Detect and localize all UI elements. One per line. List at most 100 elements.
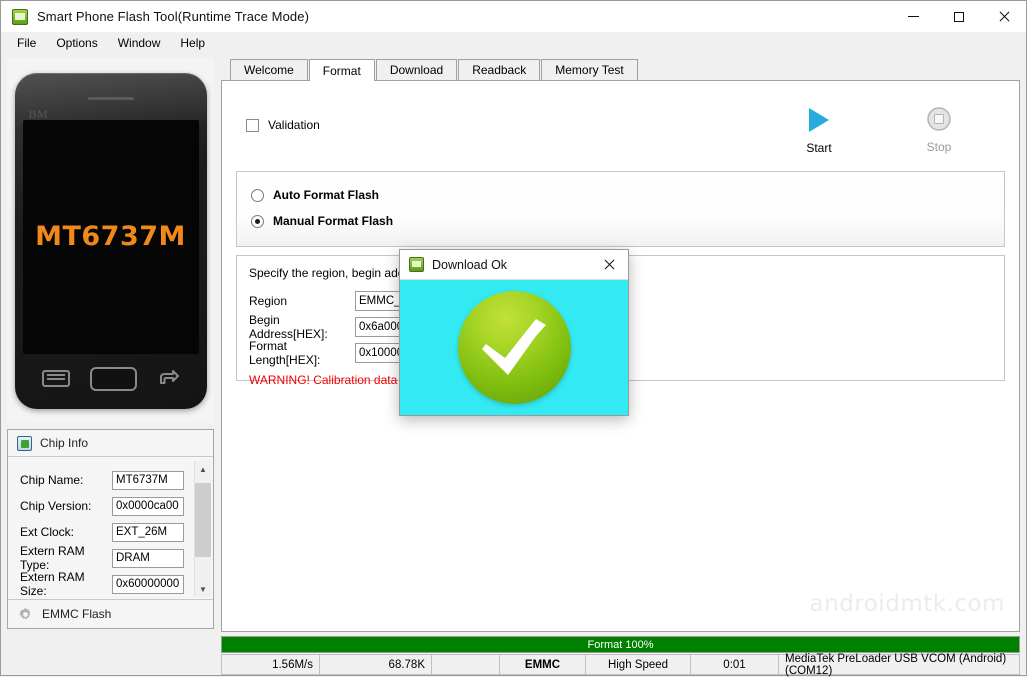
status-size: 68.78K xyxy=(320,655,432,674)
chip-info-row: Chip Version: xyxy=(8,493,213,519)
extern-ram-type-label: Extern RAM Type: xyxy=(20,544,85,572)
tab-readback[interactable]: Readback xyxy=(458,59,541,80)
emmc-flash-label: EMMC Flash xyxy=(42,607,112,621)
dialog-title-bar: Download Ok xyxy=(400,250,628,279)
extern-ram-size-label: Extern RAM Size: xyxy=(20,570,85,598)
status-blank xyxy=(432,655,500,674)
scrollbar-track[interactable] xyxy=(195,477,211,581)
dialog-body xyxy=(400,279,628,415)
play-icon xyxy=(806,106,832,134)
stop-icon xyxy=(926,106,952,133)
chip-info-panel: Chip Info Chip Name: Chip Version: Ext C… xyxy=(7,429,214,629)
chip-version-field[interactable] xyxy=(112,496,184,516)
region-label: Region xyxy=(249,294,288,308)
chip-info-header: Chip Info xyxy=(8,430,213,457)
menu-item-file[interactable]: File xyxy=(7,34,46,52)
ext-clock-field[interactable] xyxy=(112,522,184,542)
tab-memory-test[interactable]: Memory Test xyxy=(541,59,638,80)
application-window: Smart Phone Flash Tool(Runtime Trace Mod… xyxy=(0,0,1027,677)
chip-info-icon xyxy=(17,435,32,451)
auto-format-radio[interactable] xyxy=(251,188,264,202)
chip-info-row: Chip Name: xyxy=(8,467,213,493)
validation-checkbox[interactable] xyxy=(246,118,259,132)
app-icon xyxy=(12,8,28,25)
download-ok-dialog: Download Ok xyxy=(399,249,629,416)
auto-format-label: Auto Format Flash xyxy=(273,188,380,202)
manual-format-radio[interactable] xyxy=(251,214,264,228)
tab-format[interactable]: Format xyxy=(308,59,375,81)
title-bar: Smart Phone Flash Tool(Runtime Trace Mod… xyxy=(1,1,1026,32)
window-title: Smart Phone Flash Tool(Runtime Trace Mod… xyxy=(37,9,310,24)
chip-info-title: Chip Info xyxy=(40,436,89,450)
tab-welcome[interactable]: Welcome xyxy=(230,59,308,80)
phone-speaker-icon xyxy=(87,96,134,100)
stop-button[interactable]: Stop xyxy=(911,106,967,155)
gear-icon xyxy=(18,607,33,622)
stop-label: Stop xyxy=(926,140,952,154)
dialog-title: Download Ok xyxy=(432,257,508,272)
left-panel: BM MT6737M Chip Info Chip Name: MT6737M … xyxy=(7,58,214,675)
chip-info-row: Ext Clock: xyxy=(8,519,213,545)
minimize-button[interactable] xyxy=(891,1,936,32)
ext-clock-label: Ext Clock: xyxy=(20,525,75,539)
start-button[interactable]: Start xyxy=(791,106,847,155)
menu-item-help[interactable]: Help xyxy=(170,34,215,52)
status-port: MediaTek PreLoader USB VCOM (Android) (C… xyxy=(785,652,1007,677)
chip-info-row: Extern RAM Size: xyxy=(8,570,213,598)
status-storage: EMMC xyxy=(500,655,586,674)
close-icon xyxy=(603,259,615,271)
phone-nav-bar xyxy=(15,363,207,395)
extern-ram-type-field[interactable] xyxy=(112,548,184,568)
green-check-icon xyxy=(457,291,571,404)
scroll-up-icon[interactable]: ▲ xyxy=(195,461,211,477)
phone-home-icon xyxy=(89,366,137,391)
validation-label: Validation xyxy=(268,118,320,132)
status-usb-speed: High Speed xyxy=(586,655,691,674)
format-toolbar: Validation Start Stop xyxy=(222,81,1019,155)
status-elapsed: 0:01 xyxy=(691,655,779,674)
progress-label: Format 100% xyxy=(587,638,654,651)
chip-version-label: Chip Version: xyxy=(20,499,92,513)
manual-format-label: Manual Format Flash xyxy=(273,214,394,228)
validation-checkbox-row[interactable]: Validation xyxy=(246,118,320,132)
scrollbar-thumb[interactable] xyxy=(195,483,211,557)
auto-format-flash-option[interactable]: Auto Format Flash xyxy=(251,182,1004,208)
extern-ram-size-field[interactable] xyxy=(112,574,184,594)
chip-name-field[interactable] xyxy=(112,470,184,490)
close-icon xyxy=(998,11,1010,23)
menu-item-options[interactable]: Options xyxy=(46,34,107,52)
chip-name-label: Chip Name: xyxy=(20,473,84,487)
tab-download[interactable]: Download xyxy=(375,59,458,80)
chip-info-body: Chip Name: Chip Version: Ext Clock: Exte… xyxy=(8,457,213,599)
chip-info-row: Extern RAM Type: xyxy=(8,544,213,572)
begin-address-label: Begin Address[HEX]: xyxy=(249,313,328,341)
progress-bar: Format 100% xyxy=(221,636,1020,653)
maximize-button[interactable] xyxy=(936,1,981,32)
tab-bar: Welcome Format Download Readback Memory … xyxy=(221,58,1020,81)
window-controls xyxy=(891,1,1026,32)
maximize-icon xyxy=(953,11,964,22)
manual-format-flash-option[interactable]: Manual Format Flash xyxy=(251,208,1004,234)
site-watermark: androidmtk.com xyxy=(809,591,1005,617)
format-length-label: Format Length[HEX]: xyxy=(249,339,321,367)
phone-chip-label: MT6737M xyxy=(35,221,186,252)
dialog-app-icon xyxy=(409,257,424,272)
start-label: Start xyxy=(806,141,832,155)
phone-screen: MT6737M xyxy=(22,119,199,354)
phone-back-icon xyxy=(157,369,179,388)
format-mode-group: Auto Format Flash Manual Format Flash xyxy=(236,171,1005,247)
scroll-down-icon[interactable]: ▼ xyxy=(195,581,211,597)
status-speed: 1.56M/s xyxy=(222,655,320,674)
menu-bar: File Options Window Help xyxy=(1,32,1026,54)
device-preview: BM MT6737M xyxy=(7,58,214,423)
phone-illustration: BM MT6737M xyxy=(14,72,207,409)
chip-info-scrollbar[interactable]: ▲ ▼ xyxy=(194,461,211,597)
phone-menu-icon xyxy=(42,370,71,387)
close-button[interactable] xyxy=(981,1,1026,32)
action-buttons: Start Stop xyxy=(791,106,989,155)
emmc-flash-row[interactable]: EMMC Flash xyxy=(8,599,213,628)
menu-item-window[interactable]: Window xyxy=(108,34,171,52)
minimize-icon xyxy=(908,16,919,17)
dialog-close-button[interactable] xyxy=(590,250,628,279)
status-bar: 1.56M/s 68.78K EMMC High Speed 0:01 Medi… xyxy=(221,652,1020,677)
